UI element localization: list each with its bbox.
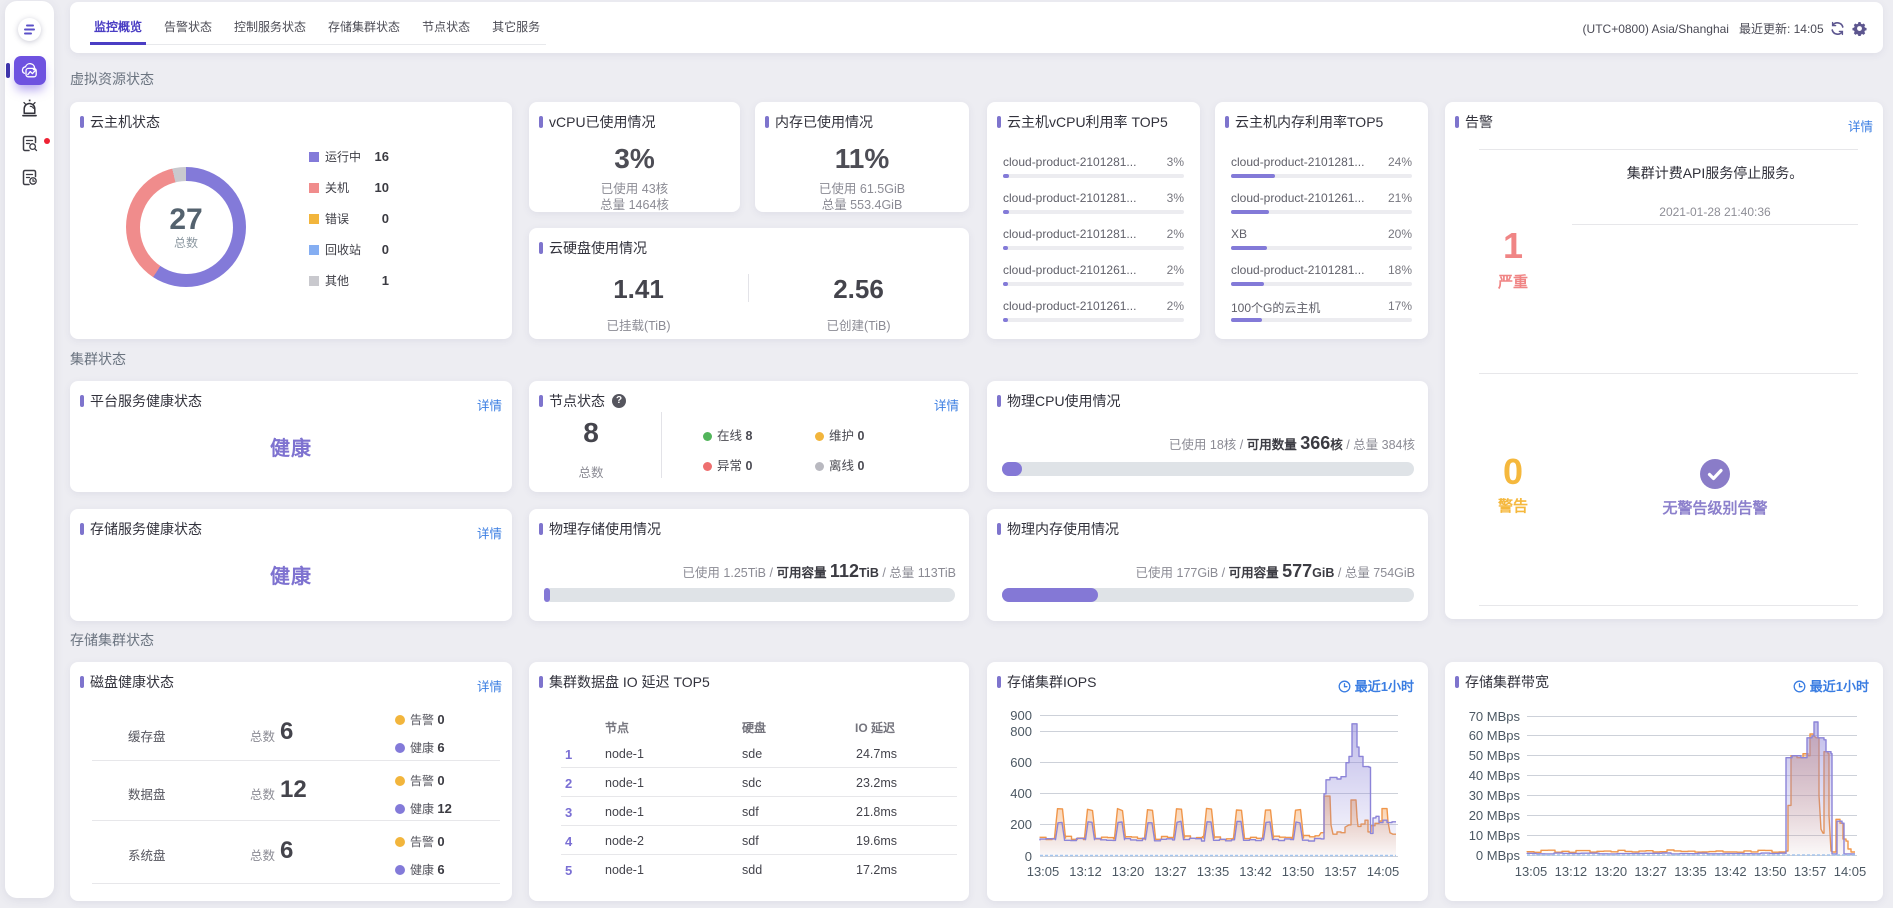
svg-text:13:05: 13:05 bbox=[1027, 864, 1060, 879]
svg-text:50 MBps: 50 MBps bbox=[1469, 748, 1521, 763]
svg-text:600: 600 bbox=[1010, 755, 1032, 770]
svg-text:13:35: 13:35 bbox=[1197, 864, 1230, 879]
svg-text:60 MBps: 60 MBps bbox=[1469, 728, 1521, 743]
svg-text:13:20: 13:20 bbox=[1112, 864, 1145, 879]
svg-text:13:12: 13:12 bbox=[1069, 864, 1102, 879]
svg-text:30 MBps: 30 MBps bbox=[1469, 788, 1521, 803]
svg-text:200: 200 bbox=[1010, 817, 1032, 832]
svg-text:13:27: 13:27 bbox=[1634, 864, 1667, 879]
svg-text:800: 800 bbox=[1010, 724, 1032, 739]
svg-text:13:20: 13:20 bbox=[1595, 864, 1628, 879]
svg-text:14:05: 14:05 bbox=[1834, 864, 1867, 879]
svg-text:13:27: 13:27 bbox=[1154, 864, 1187, 879]
svg-text:13:57: 13:57 bbox=[1324, 864, 1357, 879]
svg-text:0 MBps: 0 MBps bbox=[1476, 848, 1521, 863]
svg-text:400: 400 bbox=[1010, 786, 1032, 801]
svg-text:900: 900 bbox=[1010, 708, 1032, 723]
svg-text:13:50: 13:50 bbox=[1754, 864, 1787, 879]
svg-text:13:50: 13:50 bbox=[1282, 864, 1315, 879]
svg-text:13:42: 13:42 bbox=[1239, 864, 1272, 879]
svg-text:13:57: 13:57 bbox=[1794, 864, 1827, 879]
svg-text:13:35: 13:35 bbox=[1674, 864, 1707, 879]
svg-text:70 MBps: 70 MBps bbox=[1469, 709, 1521, 724]
svg-text:13:05: 13:05 bbox=[1515, 864, 1548, 879]
svg-text:14:05: 14:05 bbox=[1367, 864, 1400, 879]
svg-text:13:12: 13:12 bbox=[1555, 864, 1588, 879]
svg-text:40 MBps: 40 MBps bbox=[1469, 768, 1521, 783]
svg-text:20 MBps: 20 MBps bbox=[1469, 808, 1521, 823]
svg-text:13:42: 13:42 bbox=[1714, 864, 1747, 879]
svg-text:10 MBps: 10 MBps bbox=[1469, 828, 1521, 843]
svg-text:0: 0 bbox=[1025, 849, 1032, 864]
